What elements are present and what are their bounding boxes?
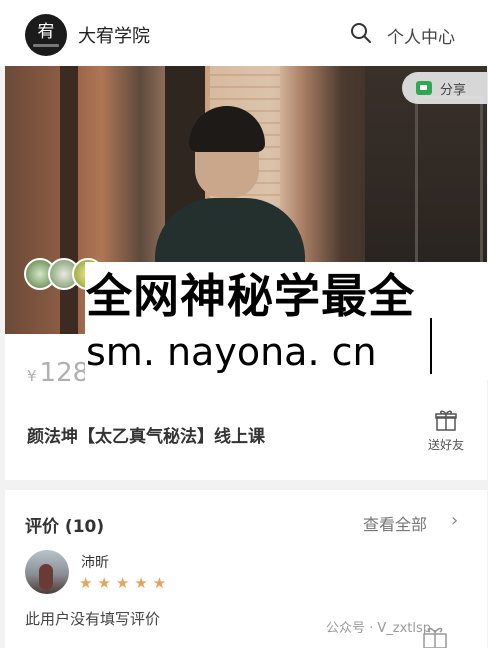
gift-icon [435, 410, 457, 431]
reviewer-avatar[interactable] [25, 550, 69, 594]
search-icon[interactable] [350, 22, 372, 44]
gift-to-friend-button[interactable]: 送好友 [420, 408, 472, 453]
watermark-line-1: 全网神秘学最全 [86, 269, 415, 323]
logo-glyph: 宥 [37, 22, 55, 42]
course-title: 颜法坤【太乙真气秘法】线上课 [27, 427, 265, 447]
watermark-line-2: sm. nayona. cn [86, 330, 377, 374]
gift-label: 送好友 [427, 438, 464, 452]
share-label: 分享 [440, 82, 467, 98]
share-button[interactable]: 分享 [402, 72, 488, 104]
course-price: ¥128 [27, 358, 89, 388]
gift-icon [423, 627, 447, 648]
reviews-title: 评价 (10) [25, 517, 105, 537]
logo-subtext-bar [33, 44, 59, 47]
top-bar: 宥 大宥学院 个人中心 [0, 0, 488, 66]
reviewer-name: 沛昕 [81, 555, 109, 571]
footer-watermark: 公众号 · V_zxtlsp [326, 621, 432, 636]
rating-stars: ★★★★★ [79, 574, 171, 592]
currency-symbol: ¥ [27, 367, 37, 385]
chevron-right-icon[interactable]: › [451, 510, 458, 531]
course-page: 宥 大宥学院 个人中心 分享 ¥128 全网神秘学最全 sm. nayona. … [0, 0, 488, 648]
review-comment: 此用户没有填写评价 [25, 610, 161, 628]
app-logo[interactable]: 宥 [25, 14, 67, 56]
personal-center-link[interactable]: 个人中心 [387, 23, 455, 48]
app-title: 大宥学院 [78, 26, 150, 47]
view-all-reviews-link[interactable]: 查看全部 [363, 511, 427, 535]
course-info-card: 颜法坤【太乙真气秘法】线上课 送好友 [5, 390, 487, 480]
share-icon [416, 81, 432, 95]
price-amount: 128 [39, 358, 90, 388]
text-cursor [430, 318, 432, 374]
star-icon: ★★★★★ [79, 574, 172, 592]
